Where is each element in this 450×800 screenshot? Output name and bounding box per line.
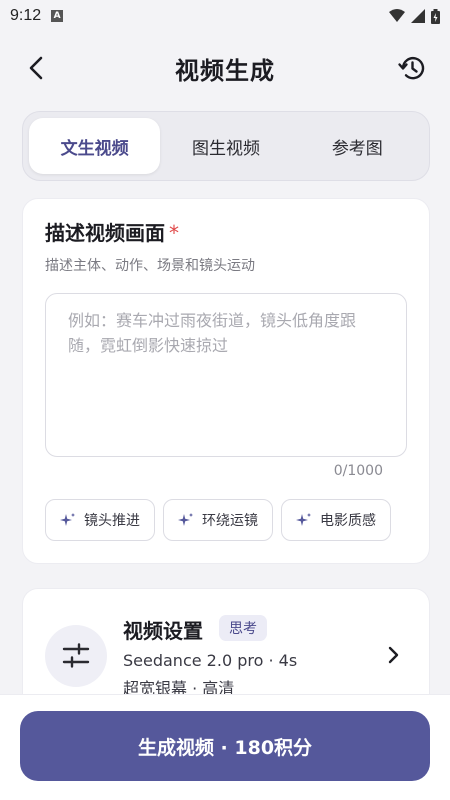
header: 视频生成 [0,40,450,96]
description-title-text: 描述视频画面 [45,221,165,245]
suggestion-chips: 镜头推进 环绕运镜 电影质感 [45,499,391,541]
description-subtitle: 描述主体、动作、场景和镜头运动 [45,258,255,274]
notification-icon: A [51,10,64,22]
mode-tabs: 文生视频 图生视频 参考图 [22,111,430,181]
settings-model-line: Seedance 2.0 pro · 4s [123,651,298,670]
sliders-icon [62,643,90,668]
status-bar: 9:12 A [0,0,450,32]
description-title: 描述视频画面 * [45,217,179,246]
chip-label: 环绕运镜 [202,513,258,529]
wifi-icon [389,9,405,22]
signal-icon [411,9,425,23]
required-mark: * [169,221,179,245]
sparkle-icon [60,513,75,526]
prompt-input[interactable] [46,294,406,456]
chip-label: 电影质感 [320,513,376,529]
description-card: 描述视频画面* 描述主体、动作、场景和镜头运动 0/1000 镜头推进 环绕运镜… [22,198,430,564]
history-button[interactable] [394,50,430,86]
page-title: 视频生成 [175,56,275,85]
prompt-field-container [45,293,407,457]
tab-text-to-video[interactable]: 文生视频 [29,118,161,174]
settings-icon-circle [45,625,107,687]
battery-icon [431,8,440,24]
sparkle-icon [296,513,311,526]
back-button[interactable] [20,52,52,84]
thinking-badge: 思考 [219,615,267,641]
tab-reference-image[interactable]: 参考图 [292,118,423,174]
chevron-left-icon [29,56,43,80]
chevron-right-icon [388,646,399,664]
tab-image-to-video[interactable]: 图生视频 [160,118,291,174]
chip-cinematic[interactable]: 电影质感 [281,499,391,541]
chip-camera-push-in[interactable]: 镜头推进 [45,499,155,541]
chip-orbit-shot[interactable]: 环绕运镜 [163,499,273,541]
settings-title: 视频设置 [123,619,203,643]
char-count: 0/1000 [333,463,383,479]
status-time: 9:12 [10,7,42,24]
history-icon [398,56,425,80]
status-icons [389,8,440,24]
generate-video-button[interactable]: 生成视频 · 180积分 [20,711,430,781]
chip-label: 镜头推进 [84,513,140,529]
bottom-bar: 生成视频 · 180积分 [0,694,450,800]
sparkle-icon [178,513,193,526]
